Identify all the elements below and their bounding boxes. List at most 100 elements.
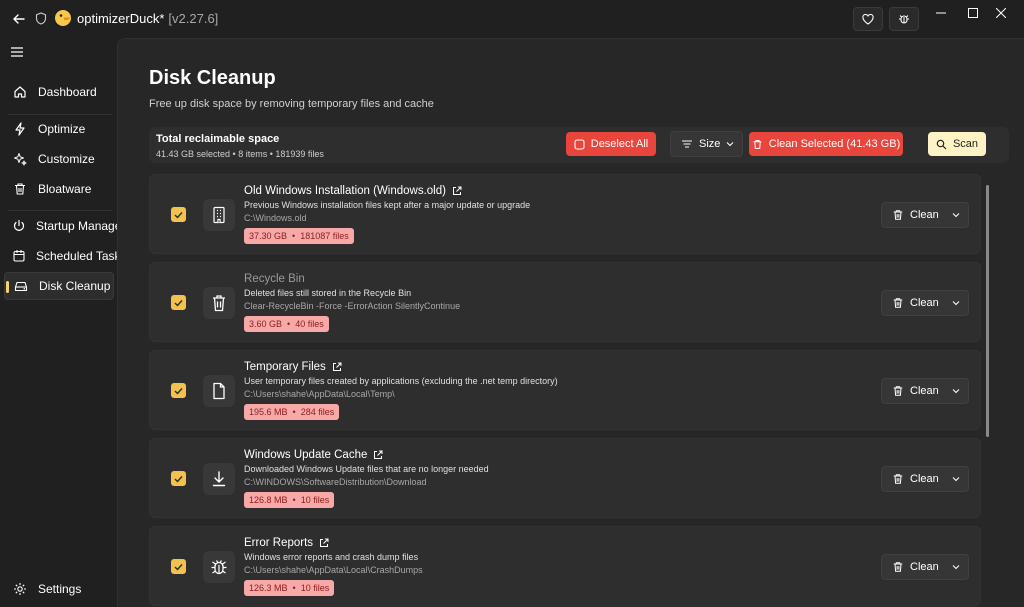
- item-description: User temporary files created by applicat…: [244, 376, 558, 386]
- item-size-badge: 126.3 MB • 10 files: [244, 580, 335, 596]
- trash-icon: [892, 297, 904, 309]
- clean-button[interactable]: Clean: [881, 290, 969, 316]
- document-icon: [211, 382, 227, 400]
- title-bar: optimizerDuck* [v2.27.6]: [0, 0, 1024, 38]
- item-path: Clear-RecycleBin -Force -ErrorAction Sil…: [244, 301, 461, 311]
- deselect-all-button[interactable]: Deselect All: [566, 132, 656, 156]
- clean-button[interactable]: Clean: [881, 466, 969, 492]
- sort-dropdown[interactable]: Size: [670, 131, 743, 157]
- item-size: 37.30 GB: [249, 231, 288, 241]
- item-icon-container: [203, 199, 235, 231]
- item-checkbox[interactable]: [171, 559, 186, 574]
- item-path: C:\Windows.old: [244, 213, 307, 223]
- maximize-icon: [968, 8, 978, 18]
- sidebar-item-startup-manager[interactable]: Startup Manager: [4, 212, 125, 240]
- sidebar-item-optimize[interactable]: Optimize: [4, 115, 114, 143]
- item-file-count: 40 files: [295, 319, 324, 329]
- item-icon-container: [203, 551, 235, 583]
- item-checkbox[interactable]: [171, 471, 186, 486]
- sidebar-item-label: Bloatware: [38, 182, 92, 196]
- bug-icon: [898, 13, 910, 25]
- item-title-text: Temporary Files: [244, 361, 326, 373]
- sort-icon: [681, 139, 693, 149]
- clean-button[interactable]: Clean: [881, 378, 969, 404]
- calendar-icon: [12, 248, 26, 264]
- clean-button[interactable]: Clean: [881, 202, 969, 228]
- page-subtitle: Free up disk space by removing temporary…: [149, 98, 434, 110]
- chevron-down-icon[interactable]: [952, 212, 960, 218]
- trash-icon: [892, 561, 904, 573]
- sidebar-item-settings[interactable]: Settings: [4, 575, 114, 603]
- open-external-icon[interactable]: [373, 450, 383, 460]
- sidebar-item-scheduled-tasks[interactable]: Scheduled Tasks: [4, 242, 127, 270]
- trash-icon: [892, 385, 904, 397]
- open-external-icon[interactable]: [332, 362, 342, 372]
- duck-logo-icon: [54, 9, 72, 27]
- item-file-count: 181087 files: [300, 231, 349, 241]
- item-size: 3.60 GB: [249, 319, 283, 329]
- sidebar-item-label: Startup Manager: [36, 219, 126, 233]
- page-title: Disk Cleanup: [149, 67, 276, 89]
- list-item: Temporary Files User temporary files cre…: [149, 350, 981, 430]
- list-scrollbar[interactable]: [986, 185, 989, 437]
- scan-button[interactable]: Scan: [928, 132, 986, 156]
- favorite-button[interactable]: [853, 7, 883, 31]
- item-title: Old Windows Installation (Windows.old): [244, 185, 462, 197]
- sidebar-item-disk-cleanup[interactable]: Disk Cleanup: [4, 272, 114, 300]
- clean-button[interactable]: Clean: [881, 554, 969, 580]
- check-icon: [174, 299, 183, 307]
- open-external-icon[interactable]: [319, 538, 329, 548]
- list-item: Recycle Bin Deleted files still stored i…: [149, 262, 981, 342]
- bug-icon: [210, 558, 228, 576]
- trash-icon: [752, 139, 763, 150]
- app-version: [v2.27.6]: [168, 11, 219, 26]
- drive-icon: [13, 278, 29, 294]
- item-checkbox[interactable]: [171, 383, 186, 398]
- check-icon: [174, 475, 183, 483]
- sidebar-item-customize[interactable]: Customize: [4, 145, 114, 173]
- item-size-badge: 195.6 MB • 284 files: [244, 404, 340, 420]
- item-path: C:\Users\shahe\AppData\Local\CrashDumps: [244, 565, 423, 575]
- shield-icon: [35, 12, 47, 25]
- item-size: 126.8 MB: [249, 495, 288, 505]
- open-external-icon[interactable]: [452, 186, 462, 196]
- item-title: Temporary Files: [244, 361, 342, 373]
- chevron-down-icon[interactable]: [952, 300, 960, 306]
- clean-selected-button[interactable]: Clean Selected (41.43 GB): [749, 132, 903, 156]
- back-button[interactable]: [6, 6, 32, 32]
- menu-toggle-button[interactable]: [10, 46, 28, 60]
- trash-icon: [211, 294, 227, 312]
- item-title: Recycle Bin: [244, 273, 305, 285]
- item-size: 126.3 MB: [249, 583, 288, 593]
- summary-bar: Total reclaimable space 41.43 GB selecte…: [149, 127, 1009, 163]
- item-checkbox[interactable]: [171, 207, 186, 222]
- sort-label: Size: [699, 138, 721, 150]
- report-bug-button[interactable]: [889, 7, 919, 31]
- item-title-text: Error Reports: [244, 537, 314, 549]
- heart-icon: [862, 13, 874, 25]
- main-content: Disk Cleanup Free up disk space by remov…: [117, 38, 1024, 607]
- summary-title: Total reclaimable space: [156, 133, 280, 145]
- item-description: Deleted files still stored in the Recycl…: [244, 288, 412, 298]
- item-icon-container: [203, 287, 235, 319]
- item-checkbox[interactable]: [171, 295, 186, 310]
- lightning-icon: [12, 121, 28, 137]
- sidebar-item-bloatware[interactable]: Bloatware: [4, 175, 114, 203]
- chevron-down-icon: [726, 141, 734, 147]
- item-title-text: Old Windows Installation (Windows.old): [244, 185, 446, 197]
- chevron-down-icon[interactable]: [952, 564, 960, 570]
- search-icon: [936, 139, 947, 150]
- sidebar-item-label: Scheduled Tasks: [36, 249, 127, 263]
- scan-label: Scan: [952, 138, 979, 150]
- list-item: Windows Update Cache Downloaded Windows …: [149, 438, 981, 518]
- list-item: Error Reports Windows error reports and …: [149, 526, 981, 606]
- clean-button-label: Clean: [910, 209, 939, 221]
- cleanup-list: Old Windows Installation (Windows.old) P…: [149, 174, 981, 607]
- close-window-button[interactable]: [978, 0, 1024, 26]
- summary-detail: 41.43 GB selected • 8 items • 181939 fil…: [156, 149, 324, 159]
- sidebar-item-dashboard[interactable]: Dashboard: [4, 78, 114, 106]
- chevron-down-icon[interactable]: [952, 388, 960, 394]
- minimize-icon: [936, 8, 946, 18]
- download-icon: [211, 470, 227, 488]
- chevron-down-icon[interactable]: [952, 476, 960, 482]
